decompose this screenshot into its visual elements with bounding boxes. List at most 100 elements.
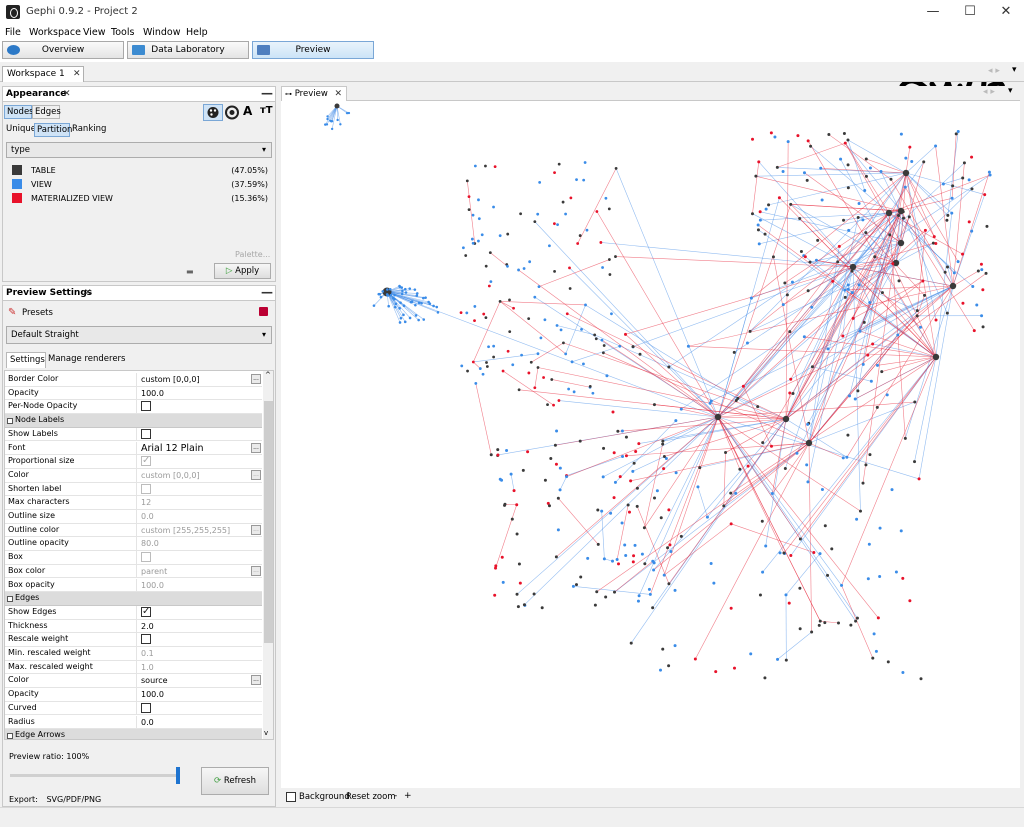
property-value[interactable] [136, 400, 262, 414]
preview-scroll-arrows-icon[interactable]: ◂ ▸ [983, 87, 995, 97]
property-value[interactable] [136, 633, 262, 647]
graph-node [751, 137, 755, 141]
tab-manage-renderers[interactable]: Manage renderers [46, 354, 125, 364]
scrollbar-thumb[interactable] [264, 401, 273, 643]
maximize-button[interactable]: ☐ [953, 0, 987, 24]
menu-file[interactable]: File [5, 27, 21, 38]
export-link[interactable]: SVG/PDF/PNG [46, 795, 101, 804]
preview-settings-minimize-icon[interactable]: — [261, 285, 273, 299]
zoom-in-button[interactable]: + [404, 791, 412, 801]
workspace-tab-close-icon[interactable]: ✕ [73, 69, 81, 79]
preview-tab-list-icon[interactable]: ▾ [1008, 86, 1013, 96]
property-checkbox[interactable] [141, 401, 151, 412]
appearance-minimize-icon[interactable]: — [261, 86, 273, 100]
graph-node [584, 303, 587, 307]
options-icon[interactable]: ▬ [186, 267, 194, 276]
menu-help[interactable]: Help [186, 27, 208, 38]
property-value[interactable] [136, 701, 262, 715]
graph-node [864, 463, 868, 467]
palette-link[interactable]: Palette... [235, 250, 270, 259]
ellipsis-button[interactable]: ... [251, 469, 261, 480]
property-value[interactable] [136, 427, 262, 441]
property-value[interactable]: 0.0 [136, 715, 262, 729]
preview-button[interactable]: Preview [252, 41, 374, 59]
tab-ranking[interactable]: Ranking [70, 123, 106, 137]
label-size-icon[interactable]: тT [260, 105, 273, 116]
section-toggle-icon[interactable] [7, 733, 13, 739]
refresh-button[interactable]: ⟳ Refresh [201, 767, 269, 795]
graph-node [617, 562, 621, 566]
graph-node [326, 117, 329, 121]
label-color-icon[interactable]: A [243, 104, 252, 118]
ellipsis-button[interactable]: ... [251, 675, 261, 686]
property-value[interactable]: 2.0 [136, 619, 262, 633]
property-value[interactable]: source... [136, 674, 262, 688]
section-toggle-icon[interactable] [7, 418, 13, 425]
color-palette-icon[interactable] [203, 104, 223, 121]
preview-tab[interactable]: ⊶ Preview ✕ [281, 86, 347, 101]
menu-workspace[interactable]: Workspace [29, 27, 81, 38]
preview-ratio-slider[interactable] [10, 767, 180, 784]
reset-zoom-button[interactable]: Reset zoom [346, 792, 396, 802]
property-value[interactable]: custom [0,0,0]... [136, 373, 262, 386]
menu-view[interactable]: View [83, 27, 106, 38]
scroll-down-icon[interactable]: v [264, 729, 268, 737]
preview-ratio-slider-thumb[interactable] [176, 767, 180, 784]
save-preset-icon[interactable] [259, 307, 268, 316]
property-section-header[interactable]: Edge Arrows [5, 729, 262, 739]
property-name: Box [8, 552, 23, 562]
preview-tab-close-icon[interactable]: ✕ [335, 89, 343, 99]
size-icon[interactable] [224, 105, 240, 120]
graph-node [564, 212, 567, 216]
tab-partition[interactable]: Partition [34, 123, 72, 137]
property-scrollbar[interactable]: ^ v [263, 371, 273, 739]
graph-node [611, 559, 614, 563]
property-value[interactable]: 100.0 [136, 386, 262, 400]
property-section-header[interactable]: Node Labels [5, 414, 262, 428]
graph-node [484, 264, 488, 268]
graph-node [662, 573, 666, 577]
overview-button[interactable]: Overview [2, 41, 124, 59]
ellipsis-button[interactable]: ... [251, 565, 261, 576]
tab-list-dropdown-icon[interactable]: ▾ [1012, 65, 1017, 75]
property-checkbox[interactable] [141, 634, 151, 645]
ellipsis-button[interactable]: ... [251, 524, 261, 535]
partition-swatch[interactable] [12, 165, 22, 175]
background-checkbox[interactable] [286, 792, 296, 802]
property-checkbox[interactable] [141, 702, 151, 713]
preset-select[interactable]: Default Straight ▾ [6, 326, 272, 344]
apply-button[interactable]: ▷ Apply [214, 263, 271, 279]
property-sheet[interactable]: Border Color custom [0,0,0]... Opacity 100.… [4, 370, 274, 740]
section-toggle-icon[interactable] [7, 596, 13, 603]
partition-attribute-select[interactable]: type ▾ [6, 142, 272, 158]
property-checkbox[interactable] [141, 606, 151, 618]
preview-settings-close-icon[interactable]: ✕ [84, 288, 92, 298]
graph-node [635, 504, 639, 508]
property-section-header[interactable]: Edges [5, 592, 262, 606]
partition-swatch[interactable] [12, 193, 22, 203]
partition-swatch[interactable] [12, 179, 22, 189]
close-window-button[interactable]: ✕ [989, 0, 1023, 24]
ellipsis-button[interactable]: ... [251, 442, 261, 453]
graph-node [613, 480, 617, 484]
property-value[interactable]: 100.0 [136, 688, 262, 702]
graph-preview-canvas[interactable] [281, 101, 1020, 788]
menu-tools[interactable]: Tools [111, 27, 134, 38]
zoom-out-button[interactable]: - [394, 791, 397, 801]
workspace-tab[interactable]: Workspace 1 ✕ [2, 66, 84, 82]
minimize-button[interactable]: — [916, 0, 950, 24]
property-checkbox[interactable] [141, 428, 151, 439]
tab-settings[interactable]: Settings [6, 352, 46, 368]
tab-unique[interactable]: Unique [4, 123, 36, 137]
scroll-up-icon[interactable]: ^ [265, 371, 271, 379]
property-value[interactable] [136, 605, 262, 619]
ellipsis-button[interactable]: ... [251, 374, 261, 384]
chevron-down-icon: ▾ [261, 330, 266, 339]
menu-window[interactable]: Window [143, 27, 180, 38]
tab-nodes[interactable]: Nodes [4, 105, 34, 119]
tab-edges[interactable]: Edges [32, 105, 61, 119]
property-value[interactable]: Arial 12 Plain... [136, 441, 262, 455]
tab-scroll-arrows-icon[interactable]: ◂ ▸ [988, 66, 1000, 76]
data-laboratory-button[interactable]: Data Laboratory [127, 41, 249, 59]
appearance-close-icon[interactable]: ✕ [63, 89, 71, 99]
